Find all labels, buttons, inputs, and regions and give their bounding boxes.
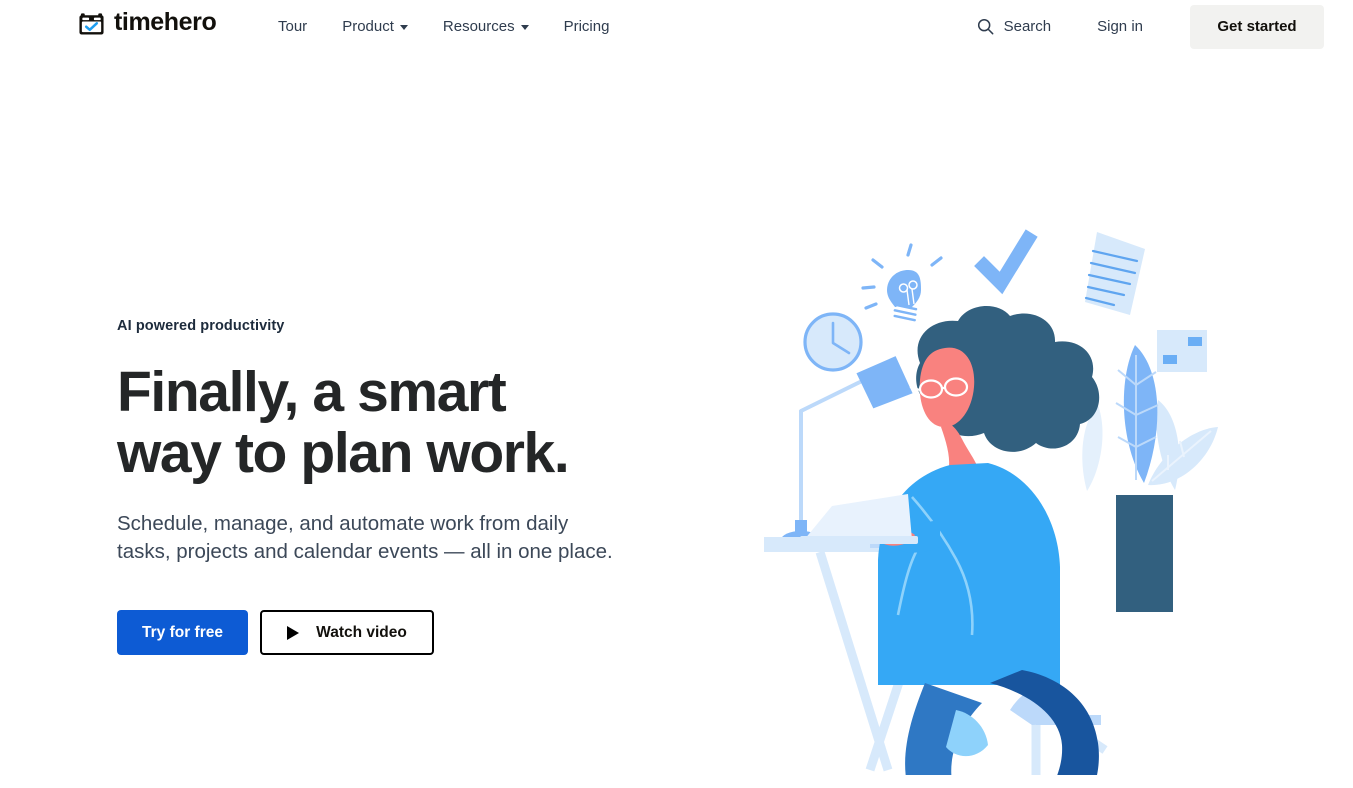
brand-name: timehero xyxy=(114,8,217,36)
potted-plant xyxy=(1082,345,1218,612)
watch-video-button[interactable]: Watch video xyxy=(260,610,434,655)
search-label: Search xyxy=(1003,18,1052,35)
person-legs xyxy=(905,670,1099,775)
nav-item-pricing[interactable]: Pricing xyxy=(564,19,610,34)
hero-illustration xyxy=(760,215,1260,775)
card-icon xyxy=(1157,330,1207,372)
hero-eyebrow: AI powered productivity xyxy=(117,318,285,334)
nav-label: Pricing xyxy=(563,18,610,35)
workspace-illustration xyxy=(764,229,1218,775)
nav-item-tour[interactable]: Tour xyxy=(278,19,307,34)
nav-label: Resources xyxy=(442,18,515,35)
search-icon xyxy=(977,18,994,35)
nav-label: Product xyxy=(342,18,394,35)
header-actions: Search Sign in Get started xyxy=(977,0,1353,53)
play-icon xyxy=(287,625,300,640)
brand-logo[interactable]: timehero xyxy=(78,8,217,36)
hero-cta-row: Try for free Watch video xyxy=(117,610,677,655)
nav-item-product[interactable]: Product xyxy=(342,19,408,34)
chevron-down-icon xyxy=(520,25,529,30)
clock-icon xyxy=(803,312,863,372)
document-icon xyxy=(1084,232,1145,315)
page-title: Finally, a smart way to plan work. xyxy=(117,360,570,485)
main-nav: Tour Product Resources Pricing xyxy=(278,0,609,53)
chevron-down-icon xyxy=(399,25,408,30)
nav-label: Tour xyxy=(278,18,308,35)
calendar-check-icon xyxy=(79,13,104,35)
nav-item-resources[interactable]: Resources xyxy=(443,19,529,34)
checkmark-icon xyxy=(974,229,1038,295)
hero-subtitle: Schedule, manage, and automate work from… xyxy=(117,512,613,563)
search-button[interactable]: Search xyxy=(977,18,1052,35)
lightbulb-icon xyxy=(861,243,943,326)
site-header: timehero Tour Product Resources Pricing … xyxy=(0,0,1353,53)
get-started-button[interactable]: Get started xyxy=(1190,4,1324,49)
sign-in-link[interactable]: Sign in xyxy=(1097,18,1143,35)
laptop xyxy=(800,494,918,544)
hero-copy: AI powered productivity Finally, a smart… xyxy=(117,318,677,655)
try-for-free-button[interactable]: Try for free xyxy=(117,610,248,655)
watch-video-label: Watch video xyxy=(316,623,407,641)
